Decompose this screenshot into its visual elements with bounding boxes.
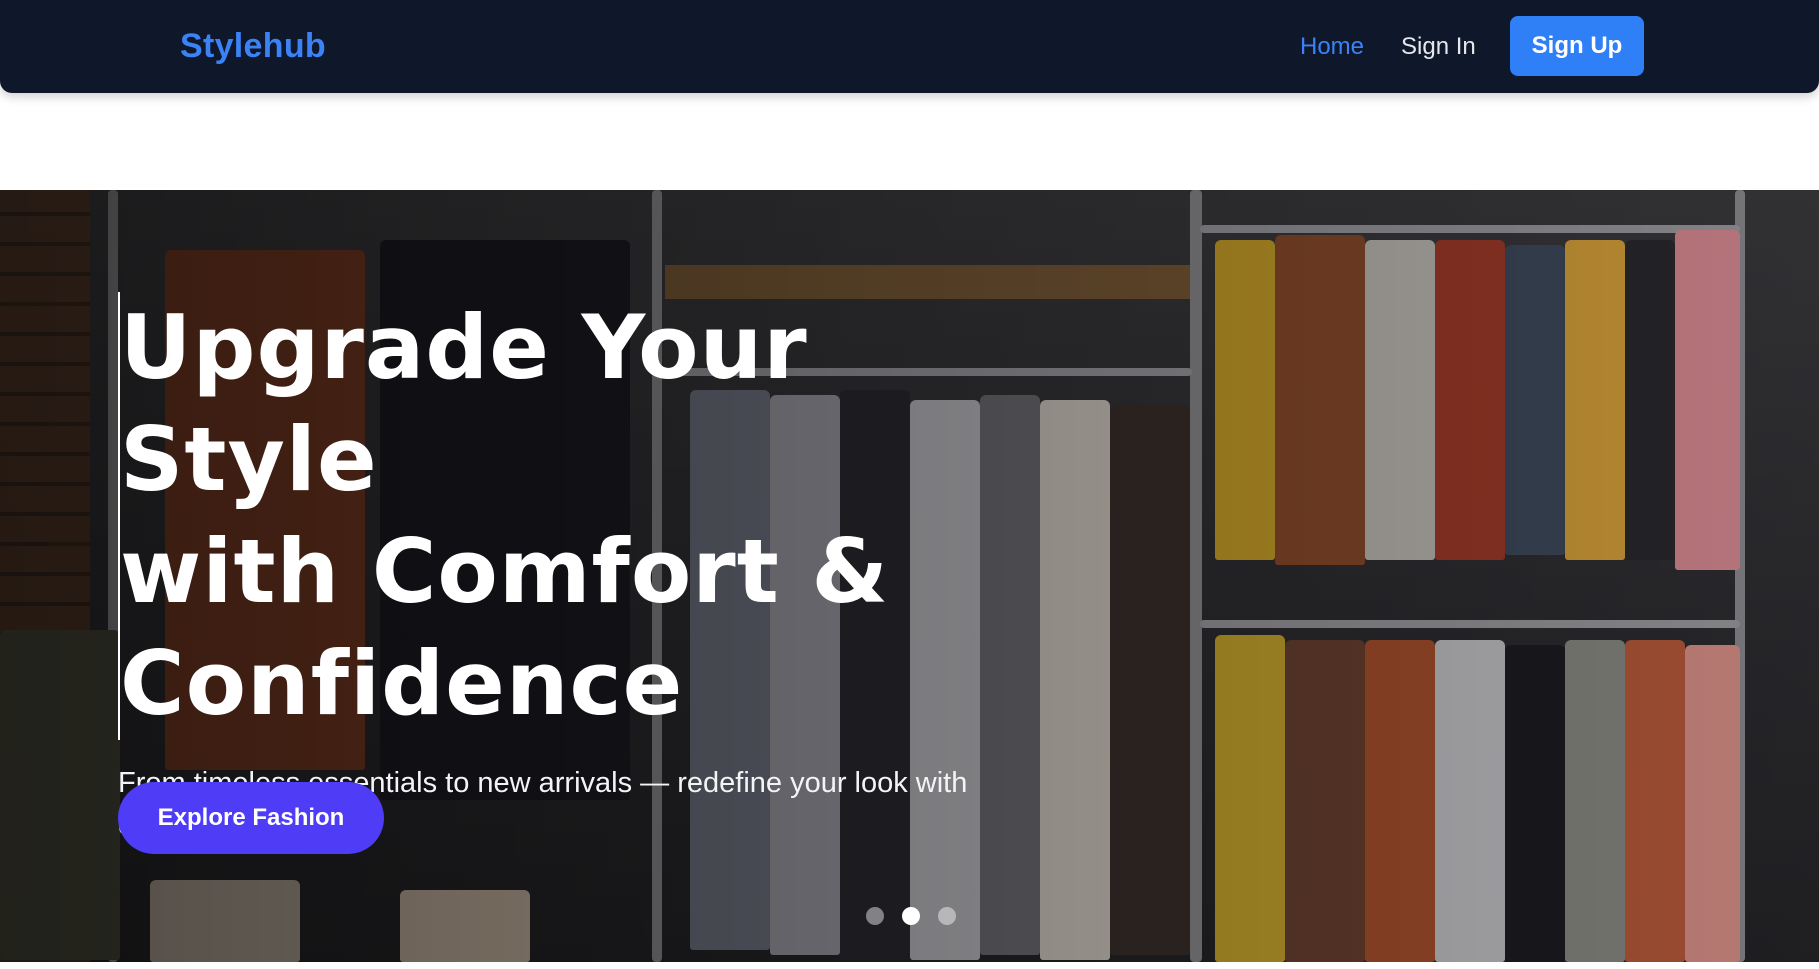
explore-fashion-button[interactable]: Explore Fashion: [118, 782, 384, 854]
hero-content: Upgrade Your Style with Comfort & Confid…: [118, 292, 1018, 846]
carousel-dot[interactable]: [902, 907, 920, 925]
carousel-dot[interactable]: [866, 907, 884, 925]
navbar: Stylehub Home Sign In Sign Up: [0, 0, 1819, 93]
sign-up-button[interactable]: Sign Up: [1510, 16, 1644, 76]
hero-banner: Upgrade Your Style with Comfort & Confid…: [0, 190, 1819, 962]
hero-title-line: with Comfort &: [120, 520, 890, 623]
hero-title-line: Confidence: [120, 632, 684, 735]
hero-title: Upgrade Your Style with Comfort & Confid…: [118, 292, 1018, 740]
hero-title-line: Upgrade Your Style: [120, 296, 808, 511]
carousel-dot[interactable]: [938, 907, 956, 925]
brand-logo[interactable]: Stylehub: [180, 26, 326, 66]
nav-link-sign-in[interactable]: Sign In: [1401, 31, 1476, 63]
nav-link-home[interactable]: Home: [1300, 31, 1364, 63]
carousel-indicators: [866, 907, 956, 925]
